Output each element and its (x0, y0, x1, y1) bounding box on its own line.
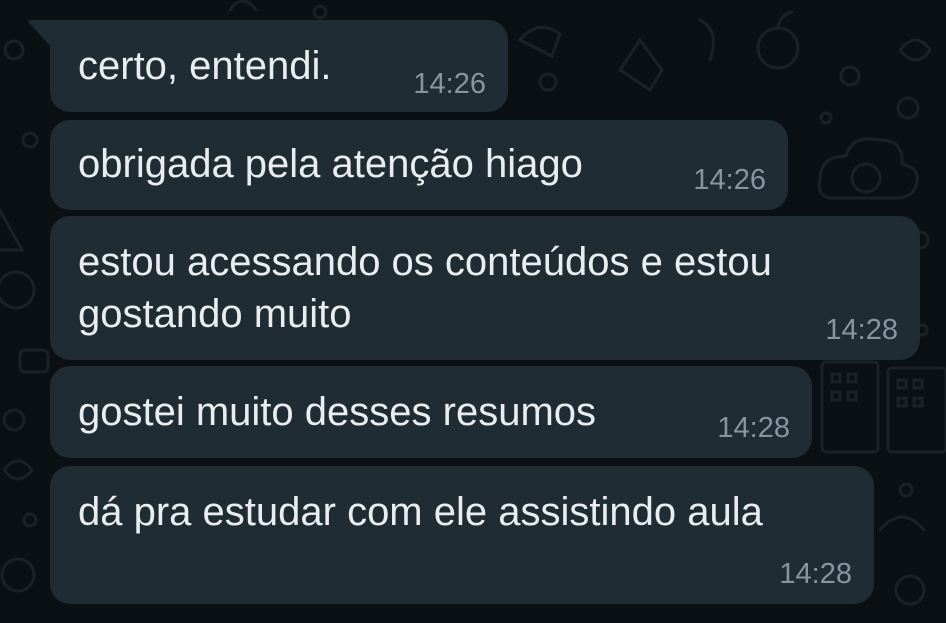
message-bubble[interactable]: obrigada pela atenção hiago 14:26 (50, 120, 788, 210)
chat-conversation: certo, entendi. 14:26 obrigada pela aten… (0, 0, 946, 623)
message-timestamp: 14:26 (413, 68, 486, 100)
message-bubble[interactable]: gostei muito desses resumos 14:28 (50, 366, 812, 458)
message-timestamp: 14:28 (779, 558, 852, 590)
bubble-tail (28, 20, 52, 48)
message-bubble[interactable]: dá pra estudar com ele assistindo aula 1… (50, 466, 874, 604)
message-bubble[interactable]: estou acessando os conteúdos e estou gos… (50, 216, 920, 360)
message-timestamp: 14:26 (693, 164, 766, 196)
message-text: gostei muito desses resumos (78, 390, 597, 434)
message-text: dá pra estudar com ele assistindo aula (78, 490, 763, 534)
message-bubble[interactable]: certo, entendi. 14:26 (28, 20, 508, 112)
message-text: obrigada pela atenção hiago (78, 142, 583, 186)
message-timestamp: 14:28 (717, 412, 790, 444)
message-text: estou acessando os conteúdos e estou gos… (78, 240, 783, 336)
message-text: certo, entendi. (78, 44, 332, 88)
message-timestamp: 14:28 (825, 314, 898, 346)
